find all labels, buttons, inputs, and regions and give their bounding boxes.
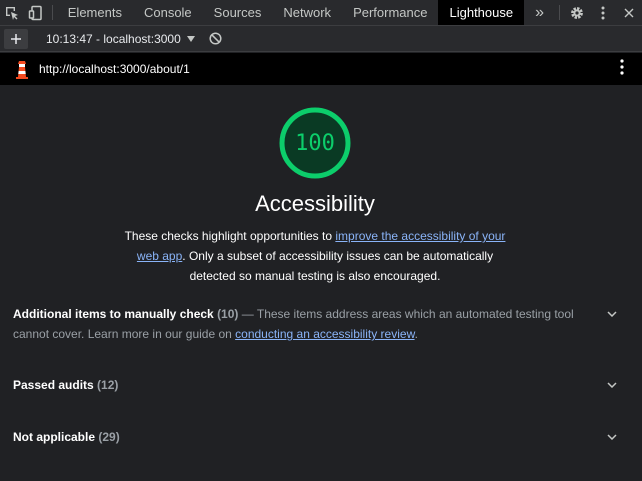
toolbar-divider bbox=[51, 5, 53, 20]
close-icon[interactable] bbox=[616, 0, 642, 25]
more-tabs-button[interactable]: » bbox=[524, 0, 555, 25]
score-value: 100 bbox=[295, 130, 335, 156]
group-passed-audits[interactable]: Passed audits (12) bbox=[13, 375, 633, 395]
tab-performance[interactable]: Performance bbox=[342, 0, 438, 25]
group-title: Additional items to manually check bbox=[13, 307, 214, 321]
chevron-down-icon[interactable] bbox=[607, 382, 617, 388]
description-text-end: . Only a subset of accessibility issues … bbox=[182, 249, 494, 283]
tab-sources[interactable]: Sources bbox=[203, 0, 273, 25]
score-gauge: 100 bbox=[277, 105, 353, 181]
group-not-applicable[interactable]: Not applicable (29) bbox=[13, 427, 633, 447]
chevron-down-icon[interactable] bbox=[607, 434, 617, 440]
devtools-tabbar: Elements Console Sources Network Perform… bbox=[0, 0, 642, 26]
group-header: Not applicable (29) bbox=[13, 427, 588, 447]
report-menu-icon[interactable] bbox=[620, 58, 624, 80]
report-content: 100 Accessibility These checks highlight… bbox=[0, 85, 642, 481]
tab-network[interactable]: Network bbox=[272, 0, 342, 25]
lighthouse-logo-icon bbox=[15, 59, 29, 79]
group-header: Additional items to manually check (10) … bbox=[13, 304, 588, 344]
group-manual-checks[interactable]: Additional items to manually check (10) … bbox=[13, 304, 633, 344]
toolbar-divider bbox=[559, 5, 561, 20]
dropdown-arrow-icon bbox=[186, 35, 195, 42]
report-url: http://localhost:3000/about/1 bbox=[39, 62, 190, 76]
tab-console[interactable]: Console bbox=[133, 0, 203, 25]
group-title: Passed audits bbox=[13, 378, 94, 392]
description-text: These checks highlight opportunities to bbox=[124, 229, 336, 243]
device-toolbar-icon[interactable] bbox=[24, 0, 48, 25]
inspect-element-icon[interactable] bbox=[0, 0, 24, 25]
accessibility-review-link[interactable]: conducting an accessibility review bbox=[235, 327, 414, 341]
group-count: (12) bbox=[97, 378, 119, 392]
lighthouse-toolbar: 10:13:47 - localhost:3000 bbox=[0, 26, 642, 52]
report-select[interactable]: 10:13:47 - localhost:3000 bbox=[46, 32, 195, 46]
chevron-down-icon[interactable] bbox=[607, 311, 617, 317]
category-description: These checks highlight opportunities to … bbox=[115, 226, 515, 286]
group-header: Passed audits (12) bbox=[13, 375, 588, 395]
group-count: (10) bbox=[217, 307, 239, 321]
category-title: Accessibility bbox=[255, 191, 375, 216]
group-description-end: . bbox=[414, 327, 418, 341]
group-title: Not applicable bbox=[13, 430, 96, 444]
new-report-button[interactable] bbox=[4, 28, 28, 49]
kebab-menu-icon[interactable] bbox=[590, 0, 616, 25]
group-count: (29) bbox=[98, 430, 120, 444]
tab-elements[interactable]: Elements bbox=[57, 0, 133, 25]
settings-gear-icon[interactable] bbox=[564, 0, 590, 25]
plus-icon bbox=[11, 33, 21, 44]
tab-lighthouse[interactable]: Lighthouse bbox=[438, 0, 525, 25]
clear-all-icon[interactable] bbox=[209, 32, 222, 45]
report-select-value: 10:13:47 - localhost:3000 bbox=[46, 31, 181, 46]
report-url-bar: http://localhost:3000/about/1 bbox=[0, 53, 642, 85]
